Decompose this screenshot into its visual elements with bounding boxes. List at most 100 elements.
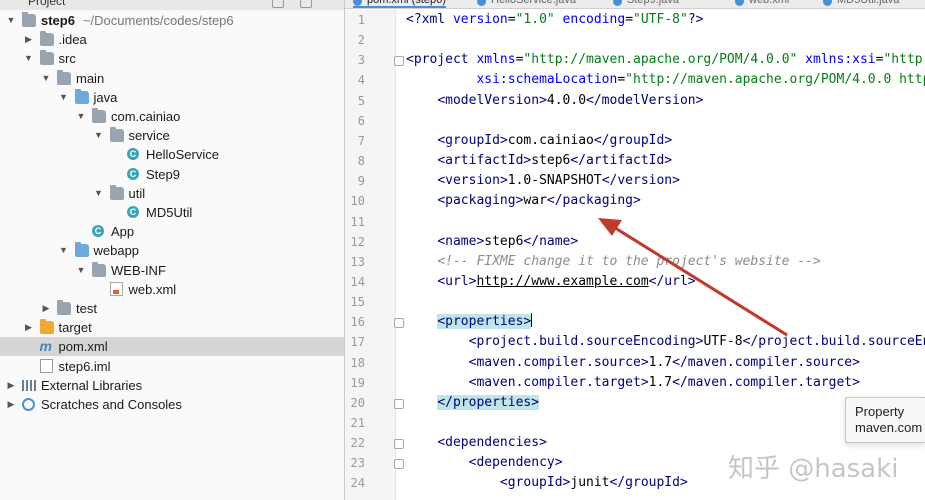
chevron-right-icon[interactable]: ▶ [6, 395, 16, 414]
code-line[interactable]: <groupId>junit</groupId> [406, 473, 688, 493]
line-number: 12 [350, 234, 365, 249]
code-line[interactable]: <!-- FIXME change it to the project's we… [406, 252, 821, 272]
editor-tab[interactable]: Step9.java [613, 0, 679, 6]
editor-tab[interactable]: web.xml [735, 0, 789, 6]
line-number: 7 [357, 133, 365, 148]
tree-item-label: External Libraries [41, 377, 143, 393]
line-number: 24 [350, 476, 365, 491]
chevron-down-icon[interactable]: ▼ [59, 88, 69, 107]
tree-item[interactable]: ▶ Scratches and Consoles [0, 395, 344, 414]
line-number: 19 [350, 375, 365, 390]
tree-item[interactable]: ▼ webapp [0, 241, 344, 260]
tree-item-label: com.cainiao [111, 109, 181, 124]
line-number: 14 [350, 274, 365, 289]
text-cursor [531, 313, 533, 328]
iml-file-icon [39, 358, 53, 373]
chevron-down-icon[interactable]: ▼ [94, 126, 104, 145]
editor-tab-bar: pom.xml (step6) HelloService.java Step9.ja… [345, 0, 925, 9]
tree-item[interactable]: ▼ src [0, 49, 344, 68]
file-type-icon [613, 0, 622, 6]
code-line[interactable]: <version>1.0-SNAPSHOT</version> [406, 171, 680, 191]
chevron-down-icon[interactable]: ▼ [94, 184, 104, 203]
code-line[interactable]: <packaging>war</packaging> [406, 191, 641, 211]
editor-tab-label: pom.xml (step6) [367, 0, 446, 6]
module-folder-icon [22, 12, 36, 27]
folder-icon [57, 300, 71, 315]
tree-item-label: HelloService [146, 147, 219, 163]
editor-tab-label: Step9.java [627, 0, 679, 6]
code-line[interactable]: <groupId>com.cainiao</groupId> [406, 131, 672, 151]
chevron-down-icon[interactable]: ▼ [24, 49, 34, 68]
tree-item[interactable]: ▼ com.cainiao [0, 107, 344, 126]
code-line[interactable]: <maven.compiler.target>1.7</maven.compil… [406, 373, 860, 393]
chevron-down-icon[interactable]: ▼ [76, 261, 86, 280]
code-line[interactable]: <dependency> [406, 453, 563, 473]
settings-icon[interactable] [300, 0, 312, 8]
tree-item[interactable]: C App [0, 222, 344, 241]
tree-item-label: Scratches and Consoles [41, 397, 182, 412]
chevron-right-icon[interactable]: ▶ [41, 299, 51, 318]
code-line[interactable]: <url>http://www.example.com</url> [406, 272, 695, 292]
chevron-down-icon[interactable]: ▼ [59, 241, 69, 260]
chevron-right-icon[interactable]: ▶ [24, 30, 34, 49]
chevron-down-icon[interactable]: ▼ [41, 69, 51, 88]
editor-tab[interactable]: MD5Util.java [823, 0, 899, 6]
package-icon [92, 108, 106, 123]
tree-item[interactable]: ▼ step6 ~/Documents/codes/step6 [0, 11, 344, 30]
editor-tab[interactable]: pom.xml (step6) [353, 0, 446, 8]
code-line[interactable]: <modelVersion>4.0.0</modelVersion> [406, 91, 703, 111]
code-line[interactable]: <name>step6</name> [406, 232, 578, 252]
tree-item[interactable]: C Step9 [0, 165, 344, 184]
scratches-icon [22, 398, 35, 411]
code-line[interactable]: <project xmlns="http://maven.apache.org/… [406, 50, 925, 70]
code-line[interactable]: <dependencies> [406, 433, 547, 453]
tree-item[interactable]: ▶ .idea [0, 30, 344, 49]
editor-tab[interactable]: HelloService.java [477, 0, 576, 6]
tree-item-label: test [76, 301, 97, 316]
tree-item-label: WEB-INF [111, 262, 166, 278]
tree-item[interactable]: ▼ java [0, 88, 344, 107]
tree-item-label: step6 [41, 13, 75, 28]
tree-item[interactable]: web.xml [0, 280, 344, 299]
tree-item[interactable]: ▶ test [0, 299, 344, 318]
folder-icon [92, 261, 106, 277]
locate-icon[interactable] [272, 0, 284, 8]
tree-item[interactable]: step6.iml [0, 357, 344, 376]
line-number: 1 [357, 13, 365, 27]
file-type-icon [823, 0, 832, 6]
tree-item[interactable]: ▼ util [0, 184, 344, 203]
tree-item[interactable]: ▼ main [0, 69, 344, 88]
line-number: 3 [357, 53, 365, 68]
tree-item-label: Step9 [146, 166, 180, 182]
project-tree: ▼ step6 ~/Documents/codes/step6 ▶ .idea ▼ src ▼… [0, 10, 344, 500]
code-line[interactable]: <project.build.sourceEncoding>UTF-8</pro… [406, 332, 925, 352]
tree-item[interactable]: m pom.xml [0, 337, 344, 357]
line-number: 17 [350, 335, 365, 350]
code-line[interactable]: <properties> [406, 312, 533, 332]
line-number: 11 [350, 214, 365, 229]
libraries-icon [22, 379, 36, 391]
tree-item-label: pom.xml [58, 339, 108, 355]
code-line[interactable]: xsi:schemaLocation="http://maven.apache.… [406, 70, 925, 90]
project-panel-title[interactable]: Project [28, 0, 65, 8]
tree-item[interactable]: ▼ service [0, 126, 344, 145]
code-line[interactable]: <maven.compiler.source>1.7</maven.compil… [406, 353, 860, 373]
code-line[interactable]: <?xml version="1.0" encoding="UTF-8"?> [406, 10, 703, 30]
tree-item[interactable]: C HelloService [0, 145, 344, 164]
chevron-right-icon[interactable]: ▶ [24, 318, 34, 337]
chevron-down-icon[interactable]: ▼ [76, 107, 86, 126]
folder-icon [57, 69, 71, 85]
code-line[interactable]: </properties> [406, 393, 540, 413]
line-number: 13 [350, 254, 365, 269]
tree-item-label: App [111, 224, 135, 240]
tree-item[interactable]: ▶ target [0, 318, 344, 337]
chevron-down-icon[interactable]: ▼ [6, 11, 16, 30]
watermark: 知乎 @hasaki [728, 454, 899, 484]
line-number: 22 [350, 436, 365, 451]
code-line[interactable]: <artifactId>step6</artifactId> [406, 151, 672, 171]
class-icon: C [127, 167, 139, 180]
tree-item[interactable]: C MD5Util [0, 203, 344, 222]
tree-item[interactable]: ▼ WEB-INF [0, 261, 344, 280]
tree-item[interactable]: ▶ External Libraries [0, 376, 344, 395]
chevron-right-icon[interactable]: ▶ [6, 376, 16, 395]
